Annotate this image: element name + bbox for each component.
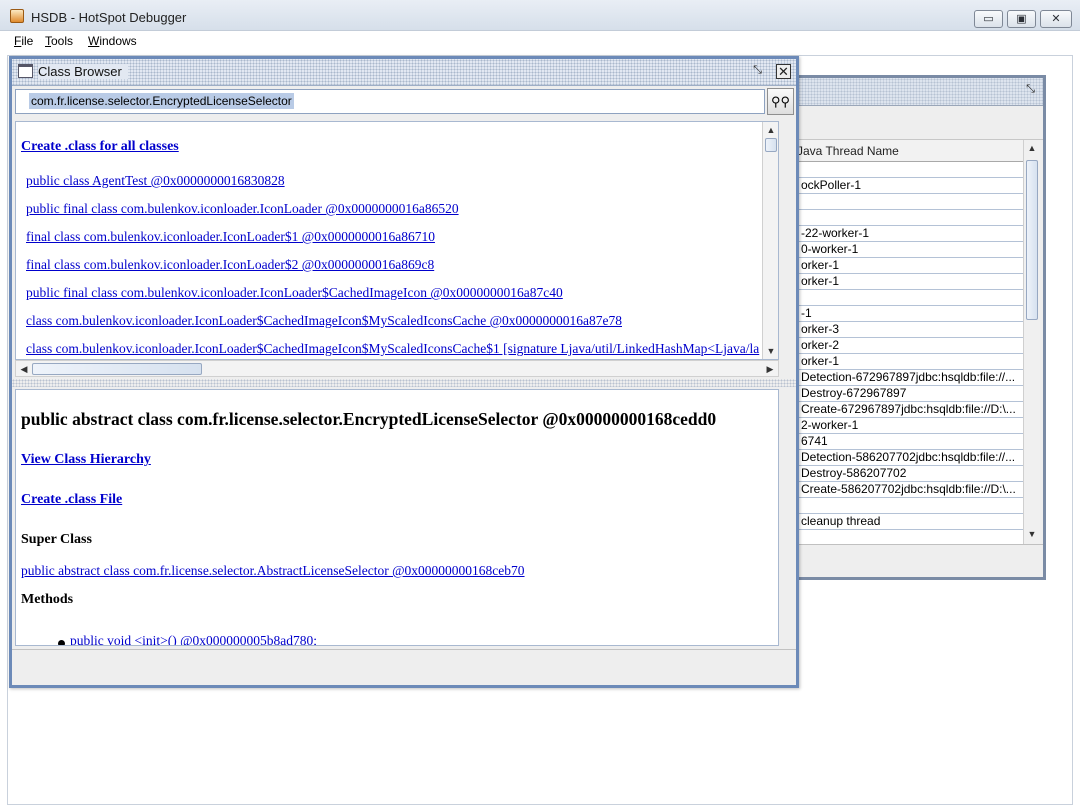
threads-bottom-bar <box>783 544 1043 577</box>
thread-row[interactable]: 0-worker-1 <box>783 242 1023 258</box>
thread-row[interactable] <box>783 290 1023 306</box>
class-link[interactable]: class com.bulenkov.iconloader.IconLoader… <box>26 341 759 357</box>
class-link[interactable]: public class AgentTest @0x00000000168308… <box>26 173 285 189</box>
scroll-thumb[interactable] <box>765 138 777 152</box>
class-browser-title: Class Browser <box>38 64 128 79</box>
create-class-file-link[interactable]: Create .class File <box>21 492 122 508</box>
thread-row[interactable]: orker-3 <box>783 322 1023 338</box>
thread-rows: ockPoller-1 -22-worker-1 0-worker-1 orker-1… <box>783 162 1023 530</box>
class-detail-pane[interactable]: public abstract class com.fr.license.sel… <box>15 389 779 646</box>
thread-row[interactable]: Destroy-672967897 <box>783 386 1023 402</box>
thread-row[interactable]: orker-1 <box>783 274 1023 290</box>
threads-toolbar <box>783 106 1043 140</box>
minimize-button[interactable]: ▭ <box>974 10 1003 28</box>
class-browser-status-strip <box>12 649 796 685</box>
thread-row[interactable]: Detection-586207702jdbc:hsqldb:file://..… <box>783 450 1023 466</box>
thread-row[interactable] <box>783 162 1023 178</box>
maximize-button[interactable]: ▣ <box>1007 10 1036 28</box>
method-link[interactable]: public void <init>() @0x000000005b8ad780… <box>70 633 317 645</box>
thread-row[interactable]: 2-worker-1 <box>783 418 1023 434</box>
search-row: com.fr.license.selector.EncryptedLicense… <box>12 86 796 118</box>
class-list-horizontal-scrollbar[interactable]: ◀ ▶ <box>15 360 779 377</box>
close-button[interactable]: ✕ <box>1040 10 1072 28</box>
thread-row[interactable] <box>783 194 1023 210</box>
thread-row[interactable] <box>783 210 1023 226</box>
class-link[interactable]: final class com.bulenkov.iconloader.Icon… <box>26 257 434 273</box>
menu-windows[interactable]: Windows <box>88 34 137 48</box>
thread-row[interactable]: Create-672967897jdbc:hsqldb:file://D:\..… <box>783 402 1023 418</box>
thread-row[interactable]: -22-worker-1 <box>783 226 1023 242</box>
scroll-right-icon[interactable]: ▶ <box>762 361 778 377</box>
scroll-thumb[interactable] <box>1026 160 1038 320</box>
threads-vertical-scrollbar[interactable]: ▲ ▼ <box>1023 140 1040 544</box>
scroll-left-icon[interactable]: ◀ <box>16 361 32 377</box>
menu-tools[interactable]: Tools <box>45 34 73 48</box>
class-link[interactable]: public final class com.bulenkov.iconload… <box>26 285 563 301</box>
menu-bar: File Tools Windows <box>0 31 1080 53</box>
close-icon[interactable]: ✕ <box>776 64 791 79</box>
super-class-label: Super Class <box>21 532 92 547</box>
thread-row[interactable]: -1 <box>783 306 1023 322</box>
scroll-up-icon[interactable]: ▲ <box>763 122 778 138</box>
thread-row[interactable]: Detection-672967897jdbc:hsqldb:file://..… <box>783 370 1023 386</box>
view-class-hierarchy-link[interactable]: View Class Hierarchy <box>21 452 151 468</box>
thread-row[interactable]: cleanup thread <box>783 514 1023 530</box>
threads-table[interactable]: Java Thread Name ockPoller-1 -22-worker-1… <box>783 140 1023 544</box>
title-bar: HSDB - HotSpot Debugger ▭ ▣ ✕ <box>0 0 1080 31</box>
class-list-pane[interactable]: Create .class for all classes public cla… <box>15 121 779 360</box>
java-app-icon <box>10 9 24 23</box>
restore-icon[interactable]: ⤡ <box>1023 83 1038 98</box>
thread-row[interactable]: Create-586207702jdbc:hsqldb:file://D:\..… <box>783 482 1023 498</box>
class-browser-frame[interactable]: Class Browser ⤡ ✕ com.fr.license.selecto… <box>9 56 799 688</box>
java-threads-frame[interactable]: ⤡ Java Thread Name ockPoller-1 -22-worker… <box>780 75 1046 580</box>
thread-row[interactable]: Destroy-586207702 <box>783 466 1023 482</box>
binoculars-search-button[interactable]: ⚲⚲ <box>767 88 794 115</box>
class-search-input[interactable] <box>15 89 765 114</box>
super-class-link[interactable]: public abstract class com.fr.license.sel… <box>21 563 525 579</box>
thread-row[interactable]: orker-2 <box>783 338 1023 354</box>
thread-row[interactable]: 6741 <box>783 434 1023 450</box>
thread-row[interactable]: orker-1 <box>783 354 1023 370</box>
class-link[interactable]: final class com.bulenkov.iconloader.Icon… <box>26 229 435 245</box>
scroll-thumb[interactable] <box>32 363 202 375</box>
menu-file[interactable]: File <box>14 34 33 48</box>
class-link[interactable]: public final class com.bulenkov.iconload… <box>26 201 459 217</box>
frame-window-icon <box>18 64 33 78</box>
window-title: HSDB - HotSpot Debugger <box>31 10 187 25</box>
binoculars-icon: ⚲⚲ <box>770 93 791 109</box>
class-heading: public abstract class com.fr.license.sel… <box>21 409 717 429</box>
class-link[interactable]: class com.bulenkov.iconloader.IconLoader… <box>26 313 622 329</box>
thread-row[interactable]: orker-1 <box>783 258 1023 274</box>
scroll-down-icon[interactable]: ▼ <box>763 343 778 359</box>
class-list-vertical-scrollbar[interactable]: ▲ ▼ <box>762 122 778 359</box>
class-browser-titlebar[interactable]: Class Browser ⤡ ✕ <box>12 59 796 86</box>
thread-name-column-header[interactable]: Java Thread Name <box>783 140 1023 162</box>
scroll-up-icon[interactable]: ▲ <box>1024 140 1040 156</box>
methods-label: Methods <box>21 592 74 607</box>
scroll-down-icon[interactable]: ▼ <box>1024 526 1040 542</box>
detail-vertical-scrollbar[interactable]: ▲ ▼ <box>778 390 779 645</box>
threads-frame-titlebar[interactable]: ⤡ <box>783 78 1043 106</box>
create-class-for-all-link[interactable]: Create .class for all classes <box>21 139 179 155</box>
thread-row[interactable]: ockPoller-1 <box>783 178 1023 194</box>
split-pane-divider[interactable] <box>12 379 796 387</box>
restore-icon[interactable]: ⤡ <box>750 64 765 79</box>
list-bullet <box>58 640 65 645</box>
thread-row[interactable] <box>783 498 1023 514</box>
